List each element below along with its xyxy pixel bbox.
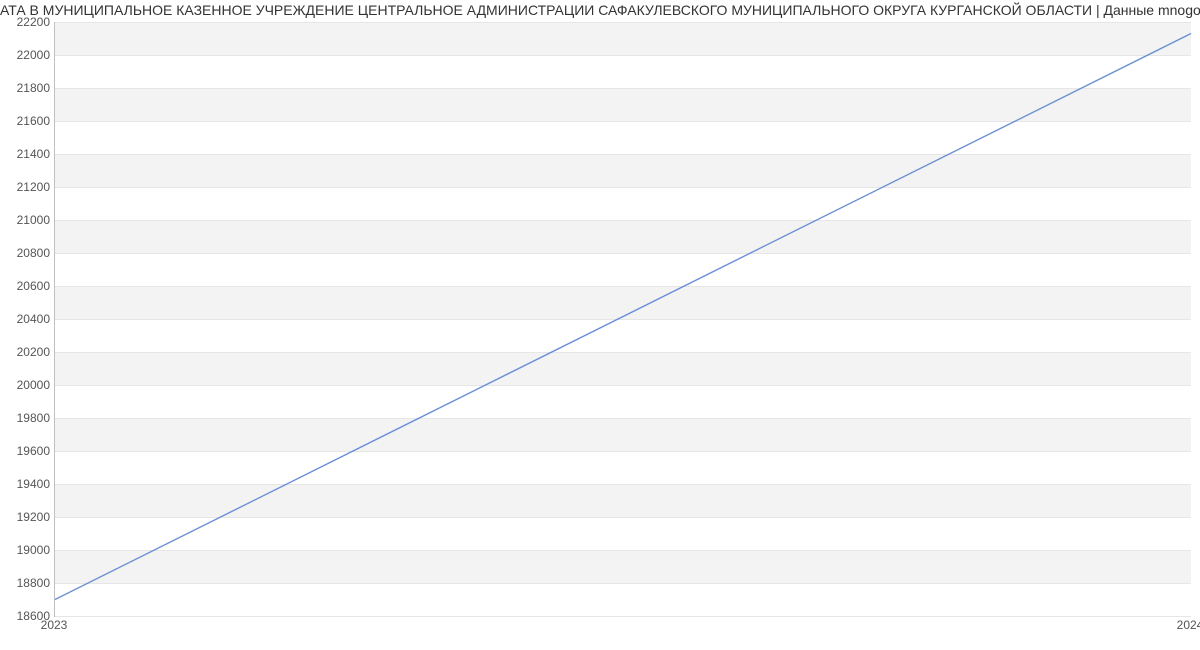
y-tick-label: 20400	[6, 312, 50, 326]
y-tick-label: 19800	[6, 411, 50, 425]
y-tick-label: 20000	[6, 378, 50, 392]
y-tick-label: 21800	[6, 81, 50, 95]
x-tick-label: 2024	[1177, 618, 1200, 632]
y-tick-label: 19400	[6, 477, 50, 491]
y-tick-label: 21200	[6, 180, 50, 194]
x-tick-label: 2023	[41, 618, 68, 632]
chart-title: АТА В МУНИЦИПАЛЬНОЕ КАЗЕННОЕ УЧРЕЖДЕНИЕ …	[0, 2, 1200, 18]
line-series	[55, 22, 1191, 616]
y-gridline	[55, 616, 1191, 617]
y-tick-label: 20200	[6, 345, 50, 359]
y-tick-label: 21600	[6, 114, 50, 128]
y-tick-label: 20800	[6, 246, 50, 260]
y-tick-label: 22000	[6, 48, 50, 62]
y-tick-label: 20600	[6, 279, 50, 293]
y-tick-label: 18800	[6, 576, 50, 590]
y-tick-label: 22200	[6, 15, 50, 29]
y-tick-label: 19200	[6, 510, 50, 524]
y-tick-label: 19000	[6, 543, 50, 557]
y-tick-label: 21400	[6, 147, 50, 161]
y-tick-label: 19600	[6, 444, 50, 458]
y-tick-label: 21000	[6, 213, 50, 227]
plot-area	[54, 22, 1191, 617]
